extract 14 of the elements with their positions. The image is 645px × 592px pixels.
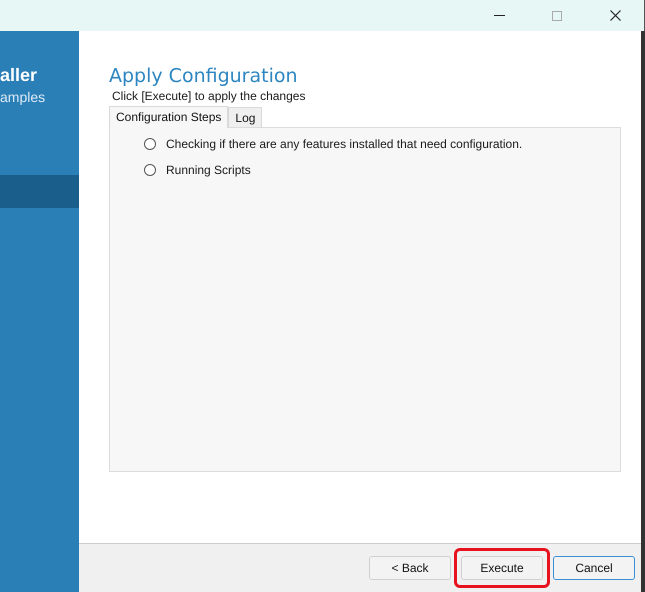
app-title: aller <box>0 65 38 85</box>
app-subtitle: amples <box>0 89 46 105</box>
back-button[interactable]: < Back <box>369 556 451 580</box>
step-label: Checking if there are any features installed that need configuration. <box>166 137 522 151</box>
dialog-button[interactable]: Execute <box>461 556 543 580</box>
maximize-icon <box>552 10 562 20</box>
dialog-button[interactable]: Cancel <box>553 556 635 580</box>
close-icon <box>610 10 620 21</box>
step-label: Running Scripts <box>166 163 251 177</box>
tab[interactable]: Log <box>228 107 262 127</box>
tab[interactable]: Configuration Steps <box>109 106 228 128</box>
minimize-icon <box>494 15 504 16</box>
instruction-text: Click [Execute] to apply the changes <box>112 89 306 103</box>
page-heading: Apply Configuration <box>109 65 299 87</box>
